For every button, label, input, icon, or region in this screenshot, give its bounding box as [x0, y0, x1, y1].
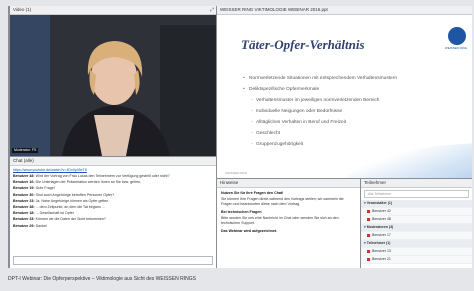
participant-label: Teilnehmer (1) — [366, 241, 391, 245]
participant-list: ▾ Veranstalter (1) Benutzer 42 Benutzer 48… — [361, 200, 472, 264]
slide-title: Täter-Opfer-Verhältnis — [241, 37, 365, 52]
notes-heading: Nutzen Sie für Ihre Fragen den Chat! — [221, 191, 284, 195]
notes-panel: Hinweise Nutzen Sie für Ihre Fragen den … — [217, 179, 360, 268]
notes-heading: Bei technischen Fragen — [221, 210, 262, 214]
notes-text: Bitte senden Sie uns eine Nachricht im C… — [221, 216, 339, 225]
participant-item[interactable]: Benutzer 48 — [361, 216, 472, 224]
user-status-icon — [367, 233, 370, 237]
notes-text: Sie können Ihre Fragen direkt während de… — [221, 197, 344, 206]
user-status-icon — [367, 217, 370, 221]
participant-item[interactable]: Benutzer 42 — [361, 208, 472, 216]
slide-bullet: Verhaltensmuster im jeweiligen normverle… — [249, 95, 397, 106]
notes-panel-title: Hinweise — [220, 180, 239, 185]
presentation-panel-header: WEISSER RING VIKTIMOLOGIE WEBINAR 2016.p… — [217, 6, 472, 15]
participant-item[interactable]: Benutzer 21 — [361, 256, 472, 264]
presentation-title: WEISSER RING VIKTIMOLOGIE WEBINAR 2016.p… — [220, 7, 328, 12]
participants-panel-header: Teilnehmer — [361, 179, 472, 188]
participant-group[interactable]: ▾ Teilnehmer (1) — [361, 240, 472, 248]
chat-panel-header: Chat (alle) — [10, 157, 216, 166]
chat-message-author: Benutzer 16: — [13, 180, 35, 185]
slide-bullet: Gruppenzugehörigkeit — [249, 139, 397, 150]
slide-bullet-list: Normverletzende Situationen mit entsprec… — [243, 73, 397, 150]
notes-content: Nutzen Sie für Ihre Fragen den Chat! Sie … — [217, 188, 360, 238]
participant-item[interactable]: Benutzer 17 — [361, 232, 472, 240]
user-status-icon — [367, 249, 370, 253]
participant-label: Benutzer 21 — [372, 257, 391, 261]
slide-bullet: Geschlecht — [249, 128, 397, 139]
chat-message-text: ... dem Zeitpunkt, an dem die Tat begann… — [35, 205, 105, 210]
chat-message-text: Wird der Vortrag von Frau Lukas den Teil… — [35, 174, 170, 178]
chat-panel: Chat (alle) https://www.youtube.de/watch… — [10, 157, 216, 268]
participants-panel-title: Teilnehmer — [364, 180, 387, 185]
chat-panel-title: Chat (alle) — [13, 158, 34, 163]
participant-group[interactable]: ▾ Veranstalter (1) — [361, 200, 472, 208]
chat-message-author: Benutzer 19: — [13, 186, 35, 191]
weisser-ring-logo-icon — [448, 27, 466, 45]
chat-message-text: Gute Frage! — [35, 186, 55, 191]
participant-label: Benutzer 17 — [372, 233, 391, 237]
chat-message-text: Sind auch Angehörige betroffen Personen … — [35, 192, 115, 197]
slide-bullet: Normverletzende Situationen mit entsprec… — [243, 73, 397, 84]
participant-label: Veranstalter (1) — [366, 201, 393, 205]
presentation-panel: WEISSER RING VIKTIMOLOGIE WEBINAR 2016.p… — [217, 6, 472, 178]
chat-message-author: Benutzer 48: — [13, 174, 35, 178]
participant-search-field[interactable]: Alle Teilnehmer — [364, 190, 469, 198]
webinar-caption: DPT-I Webinar: Die Opferperspektive – Vi… — [8, 276, 196, 282]
logo-text: WEISSER RING — [444, 46, 468, 50]
video-panel-title: Video (1) — [13, 7, 32, 12]
participant-label: Benutzer 42 — [372, 209, 391, 213]
participant-group[interactable]: ▾ Moderatoren (3) — [361, 224, 472, 232]
video-panel: Video (1) ⤢ Moderator: FS — [10, 6, 216, 156]
chat-message-text: Die Unterlagen der Präsentation werden I… — [35, 180, 142, 185]
slide-bullet: Individuelle Neigungen oder Bedürfnisse — [249, 106, 397, 117]
chat-message-author: Benutzer 30: — [13, 192, 35, 197]
user-status-icon — [367, 257, 370, 261]
slide-bullet: Alltägliches Verhalten in Beruf und Frei… — [249, 117, 397, 128]
slide-footer: WEISSER RING — [225, 171, 248, 175]
expand-icon[interactable]: ⤢ — [210, 7, 214, 13]
presenter-image — [10, 15, 216, 156]
presenter-video: Moderator: FS — [10, 15, 216, 156]
notes-heading: Das Webinar wird aufgezeichnet. — [221, 229, 278, 233]
chat-message-text: Danke! — [35, 223, 47, 228]
chat-message-author: Benutzer 18: — [13, 211, 35, 216]
user-status-icon — [367, 209, 370, 213]
slide-bullet: Deliktspezifische Opfermerkmale — [243, 84, 397, 95]
chat-input[interactable] — [13, 256, 213, 265]
chat-message-author: Benutzer 38: — [13, 205, 35, 210]
chat-message-text: Ja, Nahe Angehörige können als Opfer gel… — [35, 198, 110, 203]
participant-label: Benutzer 48 — [372, 217, 391, 221]
chat-message: Benutzer 29: Danke! — [13, 223, 213, 229]
chat-message-text: Können wir die Daten der Sicht bekommen? — [35, 217, 106, 222]
chat-message-author: Benutzer 33: — [13, 217, 35, 222]
chat-message-text: ... Gesellschaft ist Opfer — [35, 211, 74, 216]
participant-label: Benutzer 13 — [372, 249, 391, 253]
participant-item[interactable]: Benutzer 13 — [361, 248, 472, 256]
chat-message-author: Benutzer 23: — [13, 198, 35, 203]
participants-panel: Teilnehmer Alle Teilnehmer ▾ Veranstalte… — [361, 179, 472, 268]
presenter-name-tag: Moderator: FS — [12, 148, 39, 153]
participant-label: Moderatoren (3) — [366, 225, 394, 229]
slide: Täter-Opfer-Verhältnis WEISSER RING Norm… — [217, 15, 472, 178]
chat-messages[interactable]: https://www.youtube.de/watch?v=1Dx0y45eT… — [10, 166, 216, 231]
notes-panel-header: Hinweise — [217, 179, 360, 188]
video-panel-header: Video (1) ⤢ — [10, 6, 216, 15]
chat-message-author: Benutzer 29: — [13, 223, 35, 228]
